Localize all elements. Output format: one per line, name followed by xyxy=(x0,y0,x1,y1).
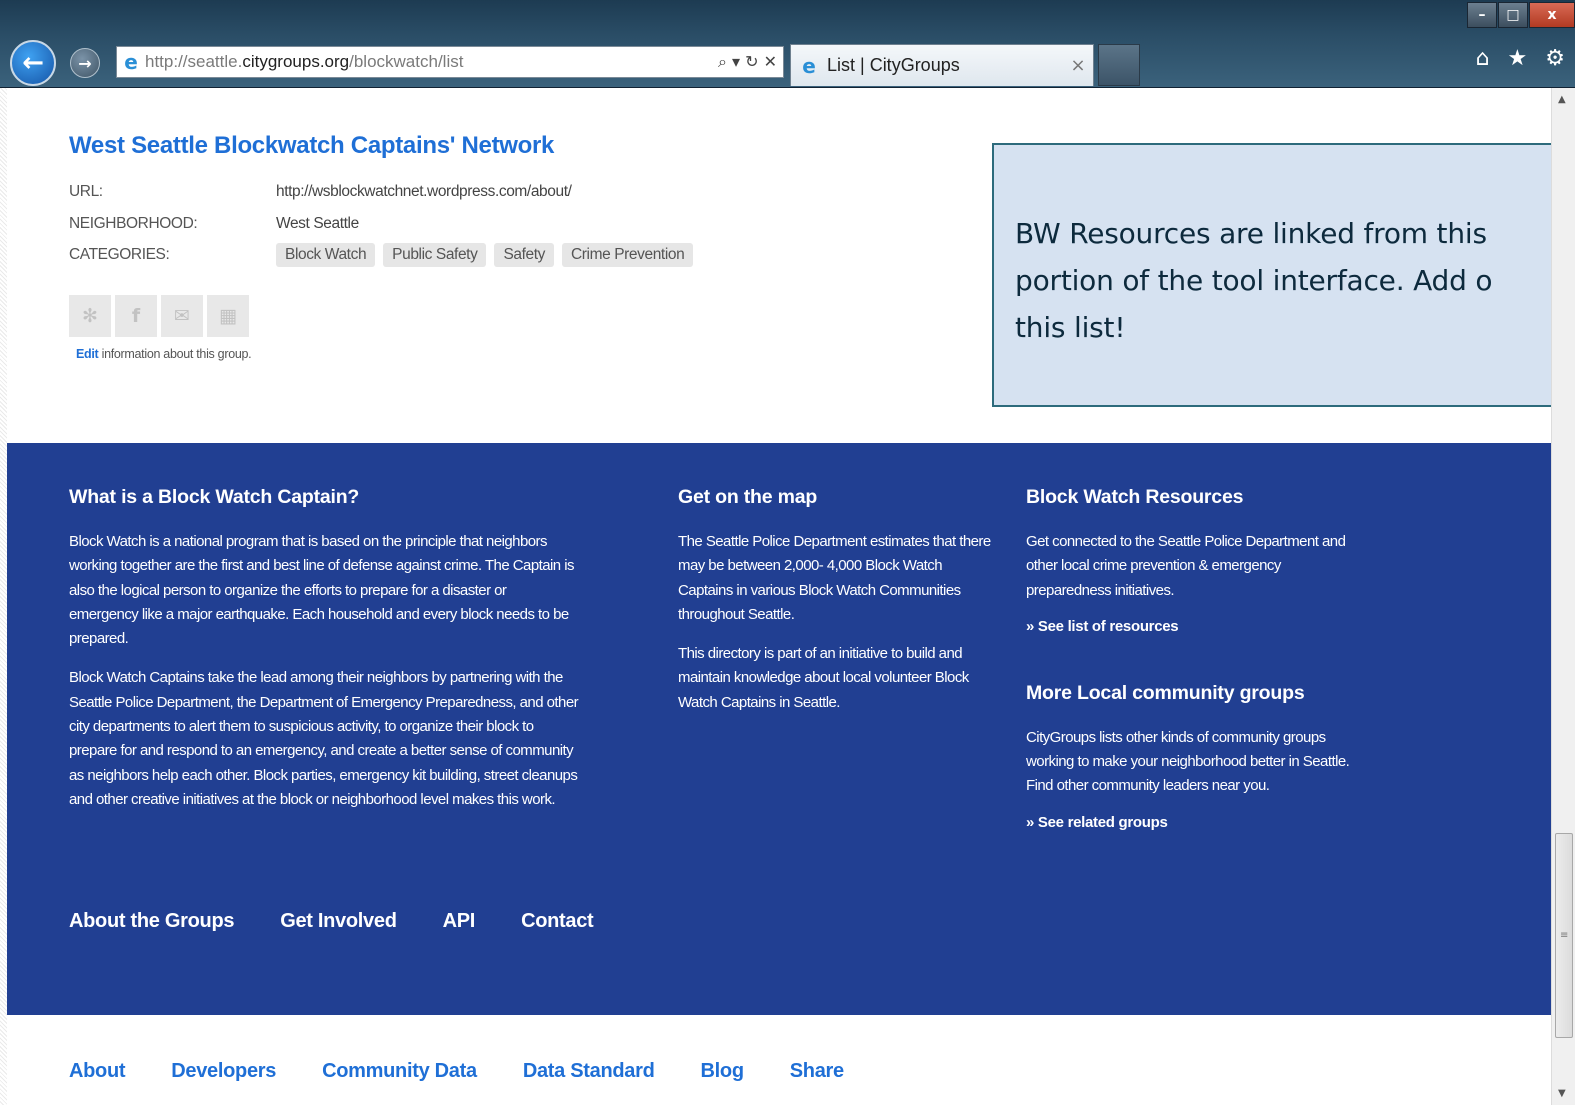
bottom-nav-about[interactable]: About xyxy=(69,1060,126,1083)
col-paragraph: The Seattle Police Department estimates … xyxy=(678,533,991,623)
col-heading: Get on the map xyxy=(678,486,818,508)
tab-list-citygroups[interactable]: e List | CityGroups × xyxy=(790,44,1094,86)
scrollbar-thumb[interactable]: ≡ xyxy=(1555,833,1573,1038)
tab-title: List | CityGroups xyxy=(827,55,960,75)
url-label: URL: xyxy=(69,183,103,200)
callout-line-1: BW Resources are linked from this xyxy=(1015,217,1487,250)
footer-nav: About the Groups Get Involved API Contac… xyxy=(69,910,594,933)
bottom-nav: About Developers Community Data Data Sta… xyxy=(69,1060,844,1083)
share-icons: ✻ f ✉ ▦ xyxy=(69,295,249,337)
twitter-icon[interactable]: ✻ xyxy=(69,295,111,337)
facebook-icon[interactable]: f xyxy=(115,295,157,337)
neighborhood-row: NEIGHBORHOOD: West Seattle xyxy=(69,215,359,233)
category-tag[interactable]: Crime Prevention xyxy=(561,243,694,267)
info-footer: What is a Block Watch Captain? Block Wat… xyxy=(7,443,1551,1015)
address-tools[interactable]: ⌕ ▾ ↻ ✕ xyxy=(673,52,783,72)
new-tab-button[interactable] xyxy=(1098,44,1140,86)
scroll-up-icon[interactable]: ▲ xyxy=(1558,94,1566,105)
vertical-scrollbar[interactable]: ▲ ≡ ▼ xyxy=(1551,88,1575,1105)
address-bar[interactable]: e http://seattle.citygroups.org/blockwat… xyxy=(116,46,784,78)
minimize-button[interactable]: – xyxy=(1467,2,1497,28)
back-arrow-icon: ← xyxy=(22,48,44,78)
col-paragraph: CityGroups lists other kinds of communit… xyxy=(1026,728,1350,795)
toolbar-icons: ⌂ ★ ⚙ xyxy=(1476,46,1565,71)
category-tag[interactable]: Safety xyxy=(494,243,554,267)
favorites-star-icon[interactable]: ★ xyxy=(1508,46,1528,71)
ie-tab-icon: e xyxy=(802,53,816,78)
edit-info-line: Edit information about this group. xyxy=(76,347,252,361)
footer-col-resources: Block Watch Resources Get connected to t… xyxy=(1026,486,1356,878)
settings-gear-icon[interactable]: ⚙ xyxy=(1545,46,1565,71)
group-title-link[interactable]: West Seattle Blockwatch Captains' Networ… xyxy=(69,132,554,160)
col-paragraph: Get connected to the Seattle Police Depa… xyxy=(1026,533,1346,599)
col-paragraph: Block Watch Captains take the lead among… xyxy=(69,669,579,808)
category-tag[interactable]: Public Safety xyxy=(383,243,487,267)
col-heading: More Local community groups xyxy=(1026,681,1305,704)
browser-chrome: – □ x ← → e http://seattle.citygroups.or… xyxy=(0,0,1575,88)
bottom-nav-blog[interactable]: Blog xyxy=(701,1060,745,1083)
home-icon[interactable]: ⌂ xyxy=(1476,46,1490,71)
bottom-nav-share[interactable]: Share xyxy=(790,1060,844,1083)
callout-line-3: this list! xyxy=(1015,311,1126,344)
qr-code-icon[interactable]: ▦ xyxy=(207,295,249,337)
grip-icon: ≡ xyxy=(1560,930,1569,941)
page-viewport: West Seattle Blockwatch Captains' Networ… xyxy=(0,88,1575,1105)
ie-page-icon: e xyxy=(124,50,138,74)
bottom-nav-community-data[interactable]: Community Data xyxy=(322,1060,477,1083)
close-window-button[interactable]: x xyxy=(1529,2,1575,28)
scroll-down-icon[interactable]: ▼ xyxy=(1558,1088,1566,1099)
col-heading: Block Watch Resources xyxy=(1026,486,1244,508)
categories-row: CATEGORIES: Block Watch Public Safety Safet… xyxy=(69,243,701,267)
forward-arrow-icon: → xyxy=(78,53,92,73)
url-prefix: http://seattle. xyxy=(145,52,243,71)
left-gutter xyxy=(0,88,7,1105)
callout-line-2: portion of the tool interface. Add o xyxy=(1015,264,1493,297)
annotation-callout: BW Resources are linked from this portio… xyxy=(992,143,1575,407)
neighborhood-label: NEIGHBORHOOD: xyxy=(69,215,198,232)
tab-close-icon[interactable]: × xyxy=(1063,55,1093,76)
footer-nav-api[interactable]: API xyxy=(443,910,476,933)
url-domain: citygroups.org xyxy=(242,52,350,71)
see-related-link[interactable]: » See related groups xyxy=(1026,814,1356,831)
category-tag[interactable]: Block Watch xyxy=(276,243,376,267)
url-row: URL: http://wsblockwatchnet.wordpress.com… xyxy=(69,183,572,201)
window-controls: – □ x xyxy=(1466,2,1575,28)
edit-info-text: information about this group. xyxy=(98,347,252,361)
forward-button[interactable]: → xyxy=(70,48,100,78)
footer-nav-get-involved[interactable]: Get Involved xyxy=(280,910,397,933)
bottom-nav-developers[interactable]: Developers xyxy=(171,1060,276,1083)
maximize-button[interactable]: □ xyxy=(1498,2,1528,28)
footer-nav-about-groups[interactable]: About the Groups xyxy=(69,910,234,933)
neighborhood-value: West Seattle xyxy=(276,215,359,232)
col-heading: What is a Block Watch Captain? xyxy=(69,486,360,508)
col-paragraph: This directory is part of an initiative … xyxy=(678,645,969,711)
categories-label: CATEGORIES: xyxy=(69,246,170,263)
email-icon[interactable]: ✉ xyxy=(161,295,203,337)
bottom-nav-data-standard[interactable]: Data Standard xyxy=(523,1060,655,1083)
url-path: /blockwatch/list xyxy=(349,52,464,71)
edit-link[interactable]: Edit xyxy=(76,347,99,361)
url-value[interactable]: http://wsblockwatchnet.wordpress.com/abo… xyxy=(276,183,572,200)
footer-col-captain: What is a Block Watch Captain? Block Wat… xyxy=(69,486,579,827)
address-url[interactable]: http://seattle.citygroups.org/blockwatch… xyxy=(145,52,673,72)
back-button[interactable]: ← xyxy=(10,40,56,86)
footer-nav-contact[interactable]: Contact xyxy=(521,910,594,933)
see-resources-link[interactable]: » See list of resources xyxy=(1026,618,1356,635)
col-paragraph: Block Watch is a national program that i… xyxy=(69,533,575,648)
footer-col-map: Get on the map The Seattle Police Depart… xyxy=(678,486,998,730)
